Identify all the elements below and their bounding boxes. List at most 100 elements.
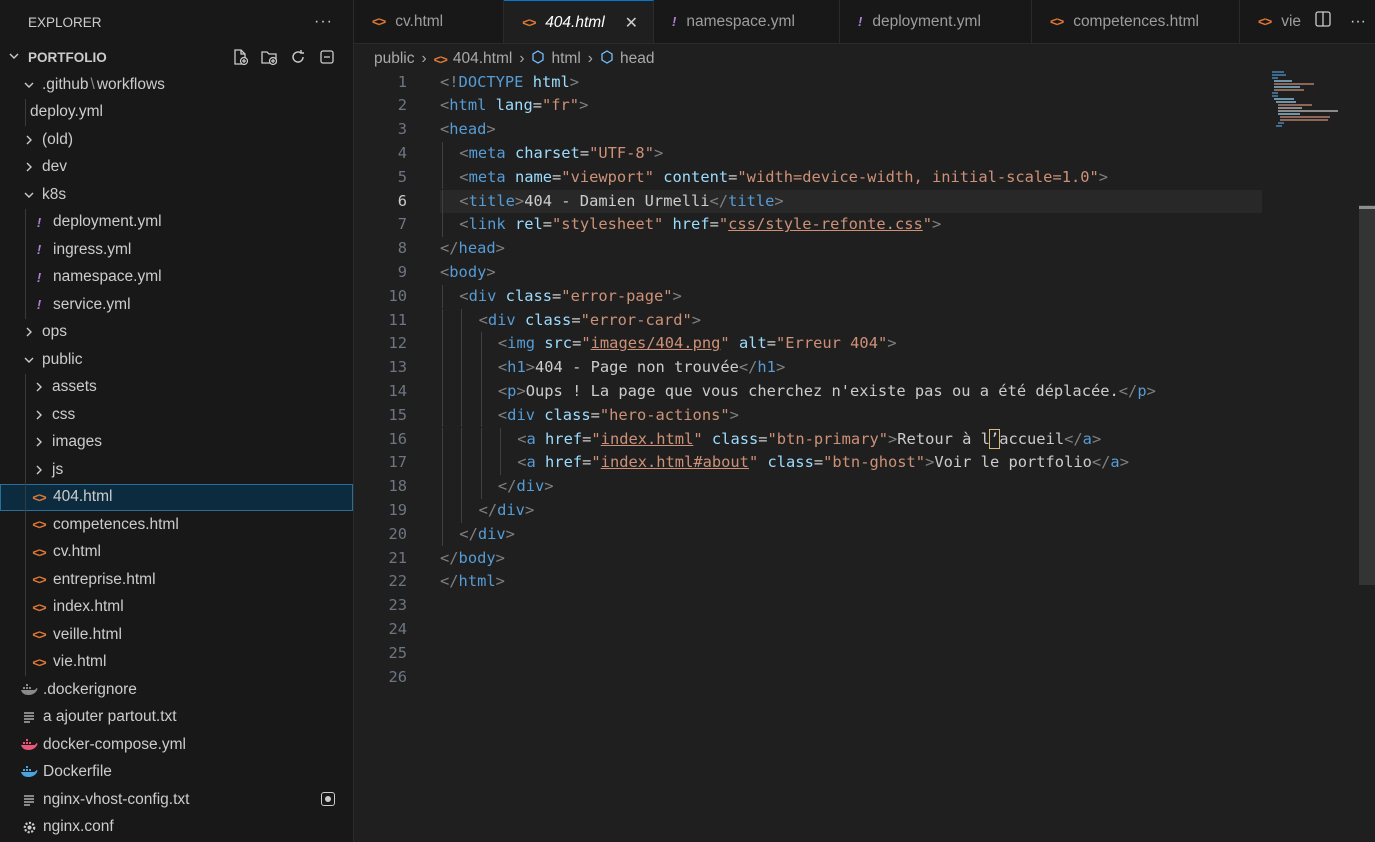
code-line[interactable]: 2 <html lang="fr">	[354, 94, 1375, 118]
tree-item[interactable]: css	[0, 401, 353, 429]
line-number: 13	[388, 358, 407, 377]
tree-item[interactable]: .dockerignore	[0, 676, 353, 704]
tree-item[interactable]: ! namespace.yml	[0, 263, 353, 291]
code-line[interactable]: 21 </body>	[354, 547, 1375, 571]
code-line[interactable]: 11 <div class="error-card">	[354, 309, 1375, 333]
breadcrumb-element-head[interactable]: head	[620, 50, 654, 68]
breadcrumb-folder[interactable]: public	[374, 50, 415, 68]
tree-item[interactable]: ! ingress.yml	[0, 236, 353, 264]
tree-item[interactable]: assets	[0, 373, 353, 401]
code-text: <html lang="fr">	[440, 94, 588, 118]
tree-item[interactable]: nginx.conf	[0, 814, 353, 842]
line-number: 25	[388, 643, 407, 662]
tab-competences-html[interactable]: <> competences.html	[1032, 0, 1240, 43]
chevron-down-icon	[20, 354, 38, 366]
tree-item[interactable]: images	[0, 428, 353, 456]
code-line[interactable]: 1 <!DOCTYPE html>	[354, 71, 1375, 95]
code-line[interactable]: 9 <body>	[354, 261, 1375, 285]
tree-item[interactable]: <> competences.html	[0, 511, 353, 539]
code-line[interactable]: 17 <a href="index.html#about" class="btn-…	[354, 451, 1375, 475]
code-line[interactable]: 22 </html>	[354, 570, 1375, 594]
refresh-icon[interactable]	[288, 47, 308, 67]
code-text: <div class="error-card">	[479, 309, 701, 333]
code-line[interactable]: 20 </div>	[354, 523, 1375, 547]
line-number: 15	[388, 405, 407, 424]
tree-item[interactable]: <> 404.html	[0, 483, 353, 511]
code-line[interactable]: 7 <link rel="stylesheet" href="css/style-…	[354, 213, 1375, 237]
project-root[interactable]: PORTFOLIO	[0, 44, 353, 71]
code-token: charset	[514, 143, 580, 162]
tree-item[interactable]: deploy.yml	[0, 98, 353, 126]
chevron-right-icon	[20, 134, 38, 146]
code-token: >	[486, 120, 496, 139]
line-number: 10	[388, 286, 407, 305]
tree-item[interactable]: <> vie.html	[0, 648, 353, 676]
tree-item[interactable]: Dockerfile	[0, 759, 353, 787]
code-token: </	[440, 239, 459, 258]
code-line[interactable]: 8 </head>	[354, 237, 1375, 261]
tree-item-label: namespace.yml	[53, 268, 162, 286]
indent-guide	[461, 403, 463, 428]
close-icon[interactable]: ✕	[625, 13, 638, 33]
code-line[interactable]: 23	[354, 594, 1375, 618]
more-actions-icon[interactable]: ···	[1350, 13, 1366, 31]
code-token: css/style-refonte.css	[728, 215, 923, 234]
new-file-icon[interactable]	[230, 47, 250, 67]
tree-item[interactable]: (old)	[0, 126, 353, 154]
breadcrumb-element-html[interactable]: html	[551, 50, 580, 68]
tree-item[interactable]: dev	[0, 154, 353, 182]
code-token: <	[459, 191, 469, 210]
code-line[interactable]: 10 <div class="error-page">	[354, 285, 1375, 309]
new-folder-icon[interactable]	[259, 47, 279, 67]
code-line[interactable]: 14 <p>Oups ! La page que vous cherchez n'…	[354, 380, 1375, 404]
tree-item[interactable]: ! deployment.yml	[0, 208, 353, 236]
tree-item[interactable]: <> index.html	[0, 593, 353, 621]
yaml-file-icon: !	[36, 214, 42, 230]
code-text: <h1>404 - Page non trouvée</h1>	[498, 356, 785, 380]
minimap[interactable]	[1268, 70, 1354, 130]
tab-namespace-yml[interactable]: ! namespace.yml	[654, 0, 840, 43]
tree-item[interactable]: <> cv.html	[0, 538, 353, 566]
breadcrumb-file[interactable]: 404.html	[453, 50, 512, 68]
code-line[interactable]: 13 <h1>404 - Page non trouvée</h1>	[354, 356, 1375, 380]
tab-404-html[interactable]: <> 404.html ✕	[504, 0, 654, 43]
code-line[interactable]: 12 <img src="images/404.png" alt="Erreur …	[354, 332, 1375, 356]
code-token: body	[449, 262, 487, 281]
tree-item[interactable]: js	[0, 456, 353, 484]
tree-item[interactable]: <> veille.html	[0, 621, 353, 649]
tree-item[interactable]: ! service.yml	[0, 291, 353, 319]
code-line[interactable]: 6 <title>404 - Damien Urmelli</title>	[354, 190, 1375, 214]
code-text: </div>	[498, 475, 554, 499]
tree-item[interactable]: k8s	[0, 181, 353, 209]
code-line[interactable]: 18 </div>	[354, 475, 1375, 499]
tree-item[interactable]: public	[0, 346, 353, 374]
tree-item[interactable]: a ajouter partout.txt	[0, 704, 353, 732]
code-token: <	[459, 215, 469, 234]
tab-deployment-yml[interactable]: ! deployment.yml	[840, 0, 1032, 43]
code-line[interactable]: 25	[354, 642, 1375, 666]
vertical-scrollbar[interactable]	[1359, 205, 1375, 585]
tree-item[interactable]: .github \ workflows	[0, 71, 353, 99]
tree-item[interactable]: nginx-vhost-config.txt	[0, 786, 353, 814]
code-line[interactable]: 4 <meta charset="UTF-8">	[354, 142, 1375, 166]
tree-item[interactable]: docker-compose.yml	[0, 731, 353, 759]
code-line[interactable]: 26	[354, 666, 1375, 690]
code-line[interactable]: 19 </div>	[354, 499, 1375, 523]
code-token: <	[478, 310, 488, 329]
code-line[interactable]: 3 <head>	[354, 118, 1375, 142]
code-line[interactable]: 24	[354, 618, 1375, 642]
split-editor-icon[interactable]	[1314, 10, 1332, 33]
tree-item[interactable]: ops	[0, 319, 353, 347]
code-token: h1	[507, 358, 526, 377]
tab-cv-html[interactable]: <> cv.html	[354, 0, 504, 43]
collapse-all-icon[interactable]	[317, 47, 337, 67]
tree-item[interactable]: <> entreprise.html	[0, 566, 353, 594]
code-line[interactable]: 5 <meta name="viewport" content="width=de…	[354, 166, 1375, 190]
indent-guide	[480, 475, 482, 499]
more-actions-icon[interactable]: ···	[314, 13, 333, 31]
yaml-file-icon: !	[672, 14, 677, 29]
code-line[interactable]: 16 <a href="index.html" class="btn-primar…	[354, 428, 1375, 452]
code-token: =	[572, 334, 582, 353]
code-line[interactable]: 15 <div class="hero-actions">	[354, 404, 1375, 428]
code-editor[interactable]: 1 <!DOCTYPE html> 2 <html lang="fr"> 3 <head>…	[354, 70, 1375, 842]
